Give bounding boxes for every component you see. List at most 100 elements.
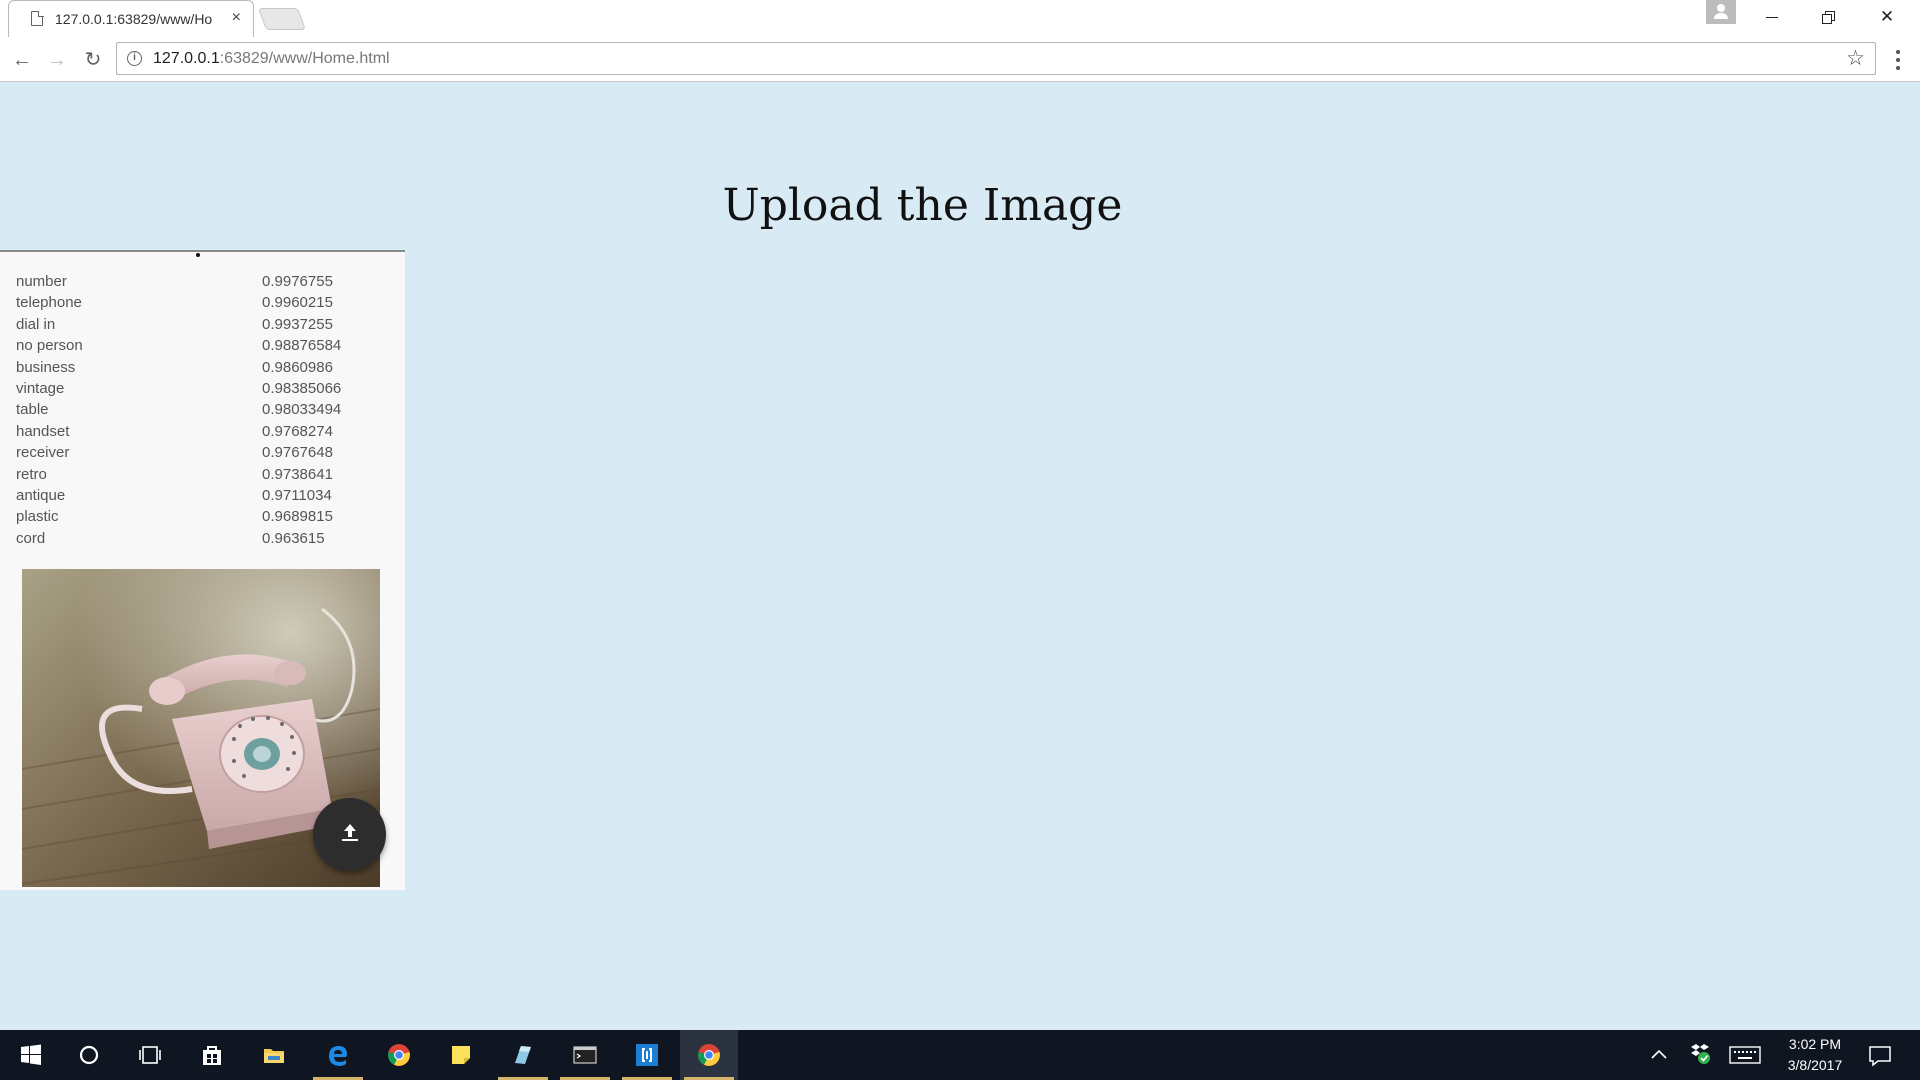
label-row: antique 0.9711034 bbox=[16, 485, 396, 506]
forward-button[interactable]: → bbox=[40, 43, 74, 77]
url-host: 127.0.0.1 bbox=[153, 50, 220, 67]
label-score: 0.98033494 bbox=[262, 401, 342, 419]
profile-icon[interactable] bbox=[1706, 0, 1736, 24]
label-row: cord 0.963615 bbox=[16, 528, 396, 549]
url-text[interactable]: 127.0.0.1:63829/www/Home.html bbox=[153, 50, 390, 68]
app-button[interactable] bbox=[494, 1030, 552, 1080]
chrome-icon bbox=[388, 1044, 410, 1066]
reload-button[interactable]: ↻ bbox=[76, 43, 110, 77]
label-name: cord bbox=[16, 529, 46, 547]
edge-button[interactable] bbox=[309, 1030, 367, 1080]
card-dot bbox=[196, 253, 200, 257]
restore-button[interactable] bbox=[1800, 0, 1858, 34]
file-explorer-button[interactable] bbox=[245, 1030, 303, 1080]
label-name: antique bbox=[16, 486, 66, 504]
chrome-button[interactable] bbox=[370, 1030, 428, 1080]
windows-start-icon bbox=[21, 1044, 41, 1065]
upload-button[interactable] bbox=[313, 798, 386, 871]
label-name: handset bbox=[16, 422, 70, 440]
terminal-icon bbox=[573, 1046, 597, 1064]
action-center-icon[interactable] bbox=[1868, 1044, 1892, 1068]
label-score: 0.9711034 bbox=[262, 486, 332, 504]
label-row: no person 0.98876584 bbox=[16, 335, 396, 356]
label-row: number 0.9976755 bbox=[16, 271, 396, 292]
tab-close-icon[interactable]: × bbox=[232, 9, 241, 27]
page-title: Upload the Image bbox=[722, 180, 1123, 231]
minimize-icon bbox=[1766, 17, 1778, 18]
bracket-app-icon bbox=[636, 1044, 658, 1066]
label-name: table bbox=[16, 401, 49, 419]
browser-titlebar: 127.0.0.1:63829/www/Ho × ✕ bbox=[0, 0, 1920, 37]
bracket-app-button[interactable] bbox=[618, 1030, 676, 1080]
label-name: retro bbox=[16, 465, 47, 483]
label-score: 0.98385066 bbox=[262, 379, 342, 397]
cortana-button[interactable] bbox=[60, 1030, 118, 1080]
page-icon bbox=[31, 10, 44, 26]
label-score: 0.9860986 bbox=[262, 358, 333, 376]
label-score: 0.9689815 bbox=[262, 508, 333, 526]
label-row: table 0.98033494 bbox=[16, 399, 396, 420]
clock-date[interactable]: 3/8/2017 bbox=[1770, 1057, 1860, 1073]
label-name: vintage bbox=[16, 379, 65, 397]
label-name: plastic bbox=[16, 508, 59, 526]
label-score: 0.9738641 bbox=[262, 465, 333, 483]
upload-arrow-icon bbox=[342, 824, 358, 841]
store-icon bbox=[203, 1046, 221, 1065]
label-row: telephone 0.9960215 bbox=[16, 292, 396, 313]
clock-time[interactable]: 3:02 PM bbox=[1770, 1036, 1860, 1052]
minimize-button[interactable] bbox=[1742, 0, 1800, 34]
dropbox-sync-icon[interactable] bbox=[1688, 1043, 1712, 1065]
label-score: 0.9767648 bbox=[262, 444, 333, 462]
address-bar[interactable]: i 127.0.0.1:63829/www/Home.html ☆ bbox=[116, 42, 1876, 75]
close-icon: ✕ bbox=[1879, 7, 1895, 26]
chrome-active-icon bbox=[698, 1044, 720, 1066]
restore-icon-front bbox=[1822, 14, 1832, 24]
label-score: 0.9976755 bbox=[262, 273, 333, 290]
label-row: business 0.9860986 bbox=[16, 357, 396, 378]
label-score: 0.9937255 bbox=[262, 315, 333, 333]
site-info-icon[interactable]: i bbox=[127, 51, 142, 66]
label-name: number bbox=[16, 273, 67, 290]
result-card: number 0.9976755 telephone 0.9960215 dial in… bbox=[0, 250, 405, 890]
reload-icon: ↻ bbox=[84, 49, 102, 71]
browser-tab[interactable]: 127.0.0.1:63829/www/Ho × bbox=[8, 0, 254, 37]
back-button[interactable]: ← bbox=[5, 43, 39, 77]
start-button[interactable] bbox=[2, 1030, 60, 1080]
sticky-notes-button[interactable] bbox=[432, 1030, 490, 1080]
label-name: dial in bbox=[16, 315, 56, 333]
forward-arrow-icon: → bbox=[47, 49, 67, 71]
close-window-button[interactable]: ✕ bbox=[1858, 0, 1916, 34]
label-list: number 0.9976755 telephone 0.9960215 dial in… bbox=[16, 271, 396, 549]
windows-taskbar: 3:02 PM 3/8/2017 bbox=[0, 1030, 1920, 1080]
browser-menu-icon[interactable] bbox=[1888, 47, 1908, 73]
terminal-button[interactable] bbox=[556, 1030, 614, 1080]
label-row: vintage 0.98385066 bbox=[16, 378, 396, 399]
new-tab-button[interactable] bbox=[257, 8, 307, 30]
label-score: 0.9768274 bbox=[262, 422, 333, 440]
label-name: no person bbox=[16, 337, 83, 355]
sticky-notes-icon bbox=[452, 1046, 470, 1064]
url-path: :63829/www/Home.html bbox=[219, 50, 390, 67]
store-button[interactable] bbox=[183, 1030, 241, 1080]
label-name: business bbox=[16, 358, 76, 376]
bookmark-star-icon[interactable]: ☆ bbox=[1846, 46, 1865, 71]
label-row: plastic 0.9689815 bbox=[16, 506, 396, 527]
label-name: telephone bbox=[16, 294, 82, 312]
label-score: 0.963615 bbox=[262, 529, 325, 547]
browser-toolbar: ← → ↻ i 127.0.0.1:63829/www/Home.html ☆ bbox=[0, 37, 1920, 82]
label-name: receiver bbox=[16, 444, 70, 462]
label-score: 0.98876584 bbox=[262, 337, 342, 355]
file-explorer-icon bbox=[264, 1049, 284, 1063]
edge-icon bbox=[329, 1046, 347, 1066]
show-hidden-icons-chevron-icon[interactable] bbox=[1650, 1047, 1668, 1061]
task-view-icon bbox=[139, 1046, 161, 1064]
chrome-active-button[interactable] bbox=[680, 1030, 738, 1080]
keyboard-icon[interactable] bbox=[1729, 1045, 1761, 1065]
app-icon bbox=[515, 1046, 531, 1064]
task-view-button[interactable] bbox=[121, 1030, 179, 1080]
label-row: receiver 0.9767648 bbox=[16, 442, 396, 463]
label-row: retro 0.9738641 bbox=[16, 464, 396, 485]
cortana-icon bbox=[79, 1045, 99, 1065]
label-score: 0.9960215 bbox=[262, 294, 333, 312]
label-row: handset 0.9768274 bbox=[16, 421, 396, 442]
